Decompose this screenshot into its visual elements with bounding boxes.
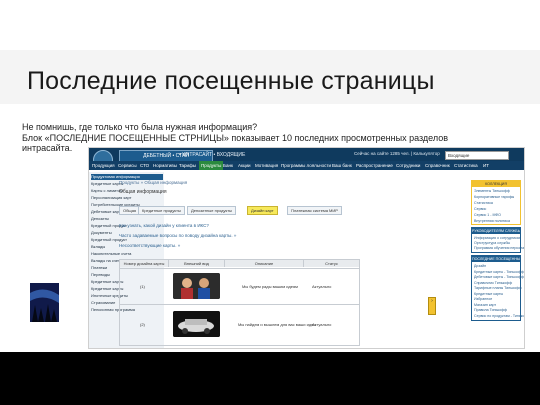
tab[interactable]: Общая: [119, 206, 141, 215]
table-header: Номер дизайна карты: [120, 260, 169, 267]
recent-pages-box: ПОСЛЕДНИЕ ПОСЕЩЕННЫЕ СТРНИЦЫ Дизайн Креди…: [471, 255, 524, 321]
menu-item[interactable]: ИТ: [483, 161, 489, 170]
sidebar-link[interactable]: Кредитные карты: [474, 292, 503, 296]
menu-item[interactable]: СТО: [140, 161, 149, 170]
table-header: Внешний вид: [169, 260, 225, 267]
sidebar-link[interactable]: Сервис: [474, 207, 486, 211]
sidebar-link[interactable]: Тарифные планы Тинькофф: [474, 286, 522, 290]
faq-link[interactable]: Часто задаваемые вопросы по поводу дизай…: [119, 233, 236, 238]
breadcrumb[interactable]: Продукты » Общая информация: [119, 180, 187, 185]
tab[interactable]: Дизайн карт: [247, 206, 278, 215]
menu-item[interactable]: Ваш банк: [332, 161, 352, 170]
card-picture-icon: [173, 273, 220, 299]
table-header: Статус: [304, 260, 359, 267]
sidebar-link[interactable]: Сервис по продуктам - Тинькофф: [474, 314, 524, 318]
table-row: (2) Мы найдем и вышлем для вас ваши идеи…: [120, 304, 359, 345]
menu-item[interactable]: Справочник: [425, 161, 450, 170]
menu-item[interactable]: Распространение: [356, 161, 393, 170]
slide-title: Последние посещенные страницы: [27, 67, 435, 95]
site-header: ДЕБЕТНЫЙ • СТАЙ • ИНТРАСАЙТ • ВХОДЯЩИЕ С…: [89, 148, 524, 170]
intro-line: Блок «ПОСЛЕДНИЕ ПОСЕЩЕННЫЕ СТРНИЦЫ» пока…: [22, 132, 449, 143]
tab[interactable]: Кредитные продукты: [138, 206, 185, 215]
collection-title: КОЛЛЕКЦИЯ: [472, 181, 520, 187]
night-forest-icon: [30, 283, 59, 322]
design-number: (1): [140, 284, 145, 289]
menu-item[interactable]: Тарифы: [179, 161, 196, 170]
main-content: Продукты » Общая информация Общая информ…: [119, 180, 361, 346]
sidebar-link[interactable]: Программа обучения персонала: [474, 246, 524, 250]
intranet-screenshot: ДЕБЕТНЫЙ • СТАЙ • ИНТРАСАЙТ • ВХОДЯЩИЕ С…: [88, 147, 525, 349]
menu-item[interactable]: Сервисы: [118, 161, 137, 170]
card-design-table: Номер дизайна карты Внешний вид Описание…: [119, 259, 360, 346]
online-counter: Сейчас на сайте 1285 чел. | Калькулятор: [354, 151, 440, 156]
managers-box: РУКОВОДИТЕЛЯМ СЛУЖБЫ Информация о сотруд…: [471, 227, 524, 253]
design-description: Мы найдем и вышлем для вас ваши идеи: [238, 322, 316, 327]
sidebar-link[interactable]: Дебетовые карты - Тинькофф Black: [474, 275, 524, 279]
sidebar-link[interactable]: Внутренняя политика: [474, 219, 510, 223]
intro-line: Не помнишь, где только что была нужная и…: [22, 122, 258, 132]
faq-link[interactable]: Несоответствующие карты. »: [119, 243, 180, 248]
card-design-image: [173, 311, 220, 337]
sidebar-link[interactable]: Элементы Тинькофф: [474, 189, 510, 193]
design-status: Актуально: [312, 284, 332, 289]
main-menu: Продукция Сервисы СТО Нормативы Тарифы Продук…: [89, 161, 524, 170]
menu-item[interactable]: Банк: [223, 161, 233, 170]
night-sky-image: [30, 283, 59, 322]
sidebar-link[interactable]: Справочник Тинькофф: [474, 281, 512, 285]
tab[interactable]: Платежная система МИР: [287, 206, 342, 215]
managers-title: РУКОВОДИТЕЛЯМ СЛУЖБЫ: [472, 228, 520, 234]
design-status: Актуально: [312, 322, 332, 327]
sidebar-link[interactable]: Корпоративные тарифы: [474, 195, 514, 199]
page-title: Общая информация: [119, 189, 167, 195]
menu-item[interactable]: Мотивация: [255, 161, 278, 170]
sidebar-link[interactable]: Сервис 1 - МФО: [474, 213, 501, 217]
slide-top-area: [0, 0, 540, 50]
card-picture-icon: [173, 311, 220, 337]
menu-item[interactable]: Продукция: [92, 161, 115, 170]
card-design-image: [173, 273, 220, 299]
tab-bar: Общая Кредитные продукты Депозитные продук…: [119, 206, 342, 215]
sidebar-link[interactable]: Правила Тинькофф: [474, 308, 507, 312]
tab[interactable]: Депозитные продукты: [187, 206, 236, 215]
menu-item[interactable]: Статистика: [454, 161, 478, 170]
sidebar-link[interactable]: Оргструктура службы: [474, 241, 510, 245]
design-number: (2): [140, 322, 145, 327]
design-description: Мы будем рады вашим идеям: [242, 284, 298, 289]
menu-item[interactable]: Программы лояльности: [281, 161, 331, 170]
faq-link[interactable]: Как узнать, какой дизайн у клиента в ИКС…: [119, 223, 209, 228]
sidebar-link[interactable]: Дизайн: [474, 264, 486, 268]
table-row: (1) Мы будем рады вашим идеям Актуально: [120, 268, 359, 305]
menu-item[interactable]: Сотрудники: [396, 161, 420, 170]
slide-bottom-bar: [0, 352, 540, 405]
sidebar-link[interactable]: Магазин карт: [474, 303, 496, 307]
sidebar-link[interactable]: Информация о сотрудниках: [474, 236, 521, 240]
sidebar-link[interactable]: Статистика: [474, 201, 493, 205]
table-header: Описание: [225, 260, 304, 267]
right-sidebar: КОЛЛЕКЦИЯ Элементы Тинькофф Корпоративные…: [471, 180, 524, 348]
menu-item[interactable]: Нормативы: [153, 161, 177, 170]
menu-item[interactable]: Акции: [238, 161, 251, 170]
brand-subtitle: • ИНТРАСАЙТ • ВХОДЯЩИЕ: [179, 152, 246, 158]
sidebar-link[interactable]: Избранное: [474, 297, 492, 301]
menu-item[interactable]: Продукты: [199, 161, 224, 170]
collection-box: КОЛЛЕКЦИЯ Элементы Тинькофф Корпоративные…: [471, 180, 521, 225]
sidebar-link[interactable]: Кредитные карты - Тинькофф Платинум: [474, 270, 524, 274]
recent-pages-title: ПОСЛЕДНИЕ ПОСЕЩЕННЫЕ СТРНИЦЫ: [472, 256, 520, 262]
section-select[interactable]: Входящие: [445, 151, 509, 160]
scroll-tab[interactable]: ›: [428, 297, 436, 315]
